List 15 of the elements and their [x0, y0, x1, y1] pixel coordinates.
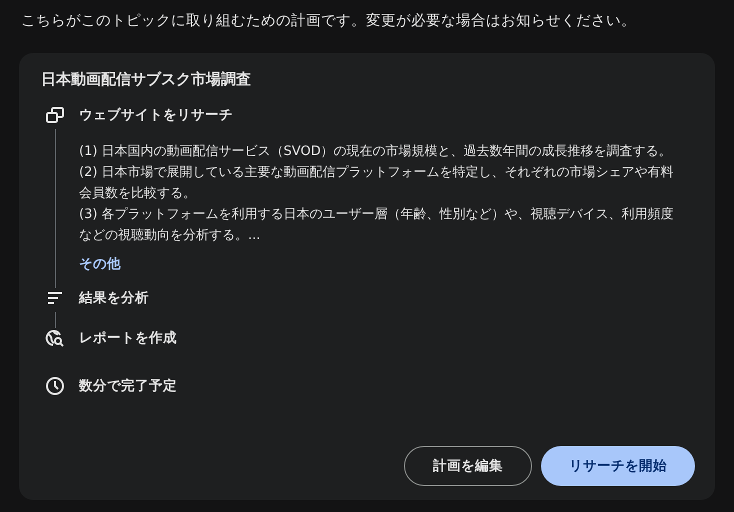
step-detail: (2) 日本市場で展開している主要な動画配信プラットフォームを特定し、それぞれの市場シェアや有料会員数を比較する。	[79, 164, 675, 203]
start-research-button[interactable]: リサーチを開始	[541, 446, 695, 486]
step-label: 結果を分析	[79, 289, 149, 308]
eta-text: 数分で完了予定	[79, 377, 177, 396]
more-link[interactable]: その他	[79, 254, 121, 274]
edit-plan-button[interactable]: 計画を編集	[404, 446, 532, 486]
clock-icon	[45, 376, 65, 396]
windows-icon	[45, 105, 65, 125]
step-label: レポートを作成	[79, 329, 177, 348]
plan-title: 日本動画配信サブスク市場調査	[41, 69, 251, 90]
globe-search-icon	[45, 328, 65, 348]
message-text: こちらがこのトピックに取り組むための計画です。変更が必要な場合はお知らせください。	[20, 12, 637, 31]
step-detail: (3) 各プラットフォームを利用する日本のユーザー層（年齢、性別など）や、視聴デバイス、利用頻度などの視聴動向を分析する。...	[79, 206, 675, 245]
step-label: ウェブサイトをリサーチ	[79, 106, 233, 125]
step-detail: (1) 日本国内の動画配信サービス（SVOD）の現在の市場規模と、過去数年間の成長推移を調査する。	[79, 143, 673, 161]
